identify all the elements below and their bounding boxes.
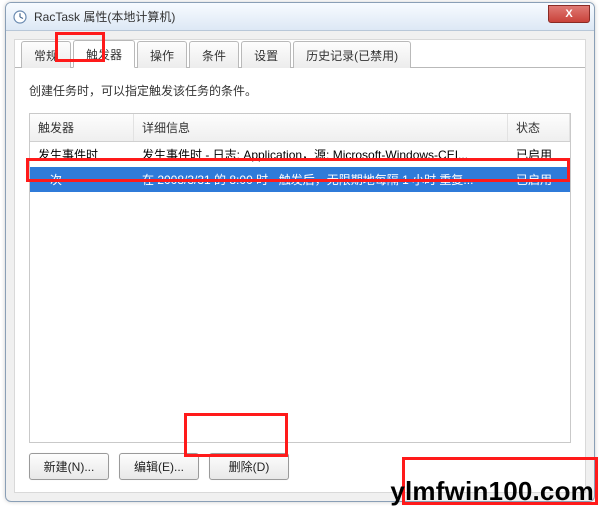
client-area: 常规 触发器 操作 条件 设置 历史记录(已禁用) 创建任务时，可以指定触发该任…	[14, 39, 586, 493]
column-header-trigger[interactable]: 触发器	[30, 114, 134, 141]
cell-status: 已启用	[508, 167, 570, 192]
tab-triggers[interactable]: 触发器	[73, 40, 135, 68]
cell-detail: 发生事件时 - 日志: Application，源: Microsoft-Win…	[134, 142, 508, 167]
titlebar[interactable]: RacTask 属性(本地计算机) X	[6, 3, 594, 31]
column-header-detail[interactable]: 详细信息	[134, 114, 508, 141]
tab-settings[interactable]: 设置	[241, 41, 291, 68]
tab-label: 历史记录(已禁用)	[306, 49, 398, 63]
tab-label: 操作	[150, 49, 174, 63]
column-header-status[interactable]: 状态	[508, 114, 570, 141]
edit-button[interactable]: 编辑(E)...	[119, 453, 199, 480]
tab-history[interactable]: 历史记录(已禁用)	[293, 41, 411, 68]
description-text: 创建任务时，可以指定触发该任务的条件。	[29, 82, 571, 99]
new-button[interactable]: 新建(N)...	[29, 453, 109, 480]
listview-header: 触发器 详细信息 状态	[30, 114, 570, 142]
delete-button[interactable]: 删除(D)	[209, 453, 289, 480]
tab-label: 常规	[34, 49, 58, 63]
window-frame: RacTask 属性(本地计算机) X 常规 触发器 操作 条件 设置 历史记录…	[5, 2, 595, 502]
tab-strip: 常规 触发器 操作 条件 设置 历史记录(已禁用)	[15, 40, 585, 68]
listview-body: 发生事件时 发生事件时 - 日志: Application，源: Microso…	[30, 142, 570, 442]
tab-content: 创建任务时，可以指定触发该任务的条件。 触发器 详细信息 状态 发生事件时 发生…	[15, 68, 585, 492]
cell-trigger: 发生事件时	[30, 142, 134, 167]
tab-label: 设置	[254, 49, 278, 63]
cell-status: 已启用	[508, 142, 570, 167]
table-row[interactable]: 一次 在 2008/3/31 的 8:00 时 - 触发后，无限期地每隔 1 小…	[30, 167, 570, 192]
cell-detail: 在 2008/3/31 的 8:00 时 - 触发后，无限期地每隔 1 小时 重…	[134, 167, 508, 192]
tab-label: 条件	[202, 49, 226, 63]
clock-icon	[12, 9, 28, 25]
close-button[interactable]: X	[548, 5, 590, 23]
tab-label: 触发器	[86, 48, 122, 62]
tab-actions[interactable]: 操作	[137, 41, 187, 68]
trigger-listview[interactable]: 触发器 详细信息 状态 发生事件时 发生事件时 - 日志: Applicatio…	[29, 113, 571, 443]
window-title: RacTask 属性(本地计算机)	[34, 8, 175, 25]
watermark-text: ylmfwin100.com	[390, 476, 594, 507]
cell-trigger: 一次	[30, 167, 134, 192]
tab-general[interactable]: 常规	[21, 41, 71, 68]
tab-conditions[interactable]: 条件	[189, 41, 239, 68]
close-icon: X	[565, 8, 572, 20]
table-row[interactable]: 发生事件时 发生事件时 - 日志: Application，源: Microso…	[30, 142, 570, 167]
